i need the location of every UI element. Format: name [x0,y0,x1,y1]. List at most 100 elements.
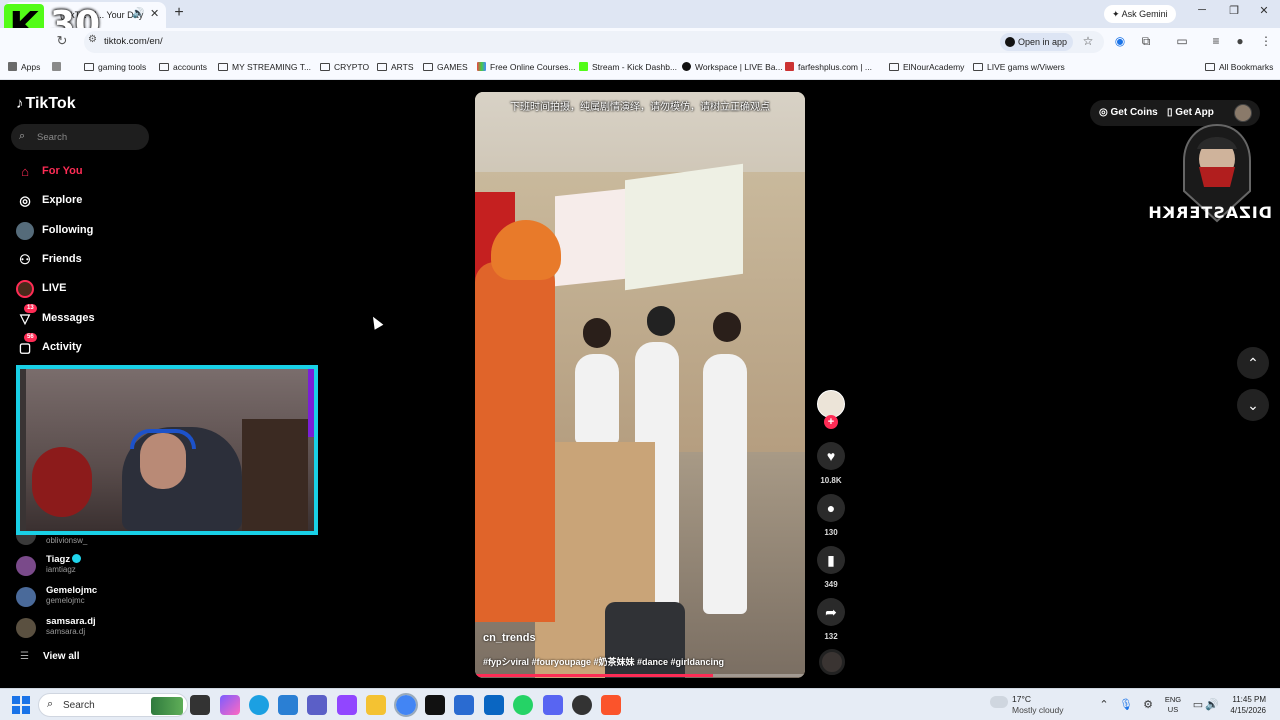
site-info-icon[interactable]: ⚙ [88,34,97,45]
chrome-icon[interactable] [394,693,418,717]
url-field[interactable]: ⚙ tiktok.com/en/ [84,31,1104,53]
video-scene-head [647,306,675,336]
view-all-link[interactable]: ☰ View all [20,651,79,662]
open-in-app-button[interactable]: Open in app [1000,33,1074,51]
bookmark-site[interactable]: Stream - Kick Dashb... [579,62,677,72]
bookmark-label: Free Online Courses... [490,62,576,72]
share-icon: ➦ [825,604,837,620]
nav-following[interactable]: Following [16,220,166,242]
nav-live[interactable]: LIVE [16,278,166,300]
comment-button[interactable]: ● [817,494,845,522]
cast-icon[interactable]: ▭ [1174,34,1190,48]
webcam-accent [308,369,314,437]
store-icon[interactable] [278,695,298,715]
save-button[interactable]: ▮ [817,546,845,574]
file-explorer-icon[interactable] [366,695,386,715]
clock-time: 11:45 PM [1232,695,1266,704]
bookmark-label: ElNourAcademy [903,62,965,72]
windows-start-icon[interactable] [12,696,30,714]
close-icon[interactable]: ✕ [150,7,159,20]
profile-icon[interactable]: ● [1232,34,1248,48]
app-icon[interactable] [454,695,474,715]
system-clock[interactable]: 11:45 PM 4/15/2026 [1222,694,1266,716]
creator-avatar[interactable] [817,390,845,418]
user-avatar[interactable] [1234,104,1252,122]
like-button[interactable]: ♥ [817,442,845,470]
bookmark-folder[interactable]: LIVE gams w/Viwers [973,62,1065,72]
bookmark-site[interactable]: Workspace | LIVE Ba... [682,62,783,72]
bookmark-site[interactable]: Free Online Courses... [477,62,576,72]
bookmark-folder[interactable]: CRYPTO [320,62,369,72]
network-icon[interactable]: ⚙ [1140,698,1156,711]
account-name: Tiagz [46,554,82,565]
nav-activity[interactable]: ▢ 56 Activity [16,333,166,359]
media-icon[interactable]: ◉ [1112,34,1128,48]
bookmark-folder[interactable]: ElNourAcademy [889,62,964,72]
linkedin-icon[interactable] [484,695,504,715]
microphone-icon[interactable]: 🎙 [1118,698,1134,711]
bookmark-label: Workspace | LIVE Ba... [695,62,783,72]
ask-gemini-button[interactable]: ✦ Ask Gemini [1104,5,1176,23]
whatsapp-icon[interactable] [513,695,533,715]
bookmark-folder[interactable]: gaming tools [84,62,146,72]
scroll-down-button[interactable]: ⌄ [1237,389,1269,421]
new-tab-button[interactable]: + [170,4,188,22]
nav-friends[interactable]: ⚇ Friends [16,249,166,271]
close-window-button[interactable]: ✕ [1254,4,1274,17]
bookmark-folder[interactable]: ARTS [377,62,414,72]
search-box[interactable]: ⌕ [11,124,149,150]
edge-icon[interactable] [249,695,269,715]
volume-icon[interactable]: 🔊 [1204,698,1220,711]
follow-plus-icon[interactable]: + [824,415,838,429]
reload-icon[interactable]: ↻ [54,33,70,49]
copilot-icon[interactable] [220,695,240,715]
language-indicator[interactable]: ENG US [1163,695,1183,715]
get-coins-button[interactable]: ◎ Get Coins [1099,103,1158,123]
bookmark-grid[interactable] [52,62,65,72]
tiktok-logo[interactable]: ♪ TikTok [16,95,76,113]
get-app-button[interactable]: ▯ Get App [1167,103,1214,123]
brave-icon[interactable] [601,695,621,715]
menu-icon[interactable]: ⋮ [1258,34,1274,48]
extensions-icon[interactable]: ⧉ [1138,34,1154,49]
nav-explore[interactable]: ◎ Explore [16,190,166,212]
teams-icon[interactable] [307,695,327,715]
bookmark-site[interactable]: farfeshplus.com | ... [785,62,872,72]
nav-messages[interactable]: ▽ 13 Messages [16,304,166,330]
speaker-icon[interactable]: 🔊 [132,8,144,19]
bookmark-apps[interactable]: Apps [8,62,40,72]
following-account[interactable]: Tiagz iamtiagz [16,553,166,579]
video-player[interactable]: 下班时间拍摄，纯属剧情演绎，请勿模仿，请树立正确观点 cn_trends #fy… [475,92,805,678]
nav-for-you[interactable]: ⌂ For You [16,161,166,183]
search-input[interactable] [37,129,137,145]
obs-icon[interactable] [572,695,592,715]
bookmark-folder[interactable]: GAMES [423,62,468,72]
video-hashtags[interactable]: #fypシviral #fouryoupage #奶茶妹妹 #dance #gi… [483,655,724,668]
account-name-text: Tiagz [46,554,71,565]
x-icon[interactable] [425,695,445,715]
following-account[interactable]: samsara.dj samsara.dj [16,615,166,641]
bookmark-folder[interactable]: accounts [159,62,207,72]
webcam-chair [32,447,92,517]
reading-list-icon[interactable]: ≡ [1208,34,1224,48]
restore-button[interactable]: ❐ [1224,4,1244,17]
avatar [16,618,36,638]
share-button[interactable]: ➦ [817,598,845,626]
account-name: samsara.dj [46,616,96,627]
twitch-icon[interactable] [337,695,357,715]
discord-icon[interactable] [543,695,563,715]
minimize-button[interactable]: ─ [1192,4,1212,16]
bookmark-folder[interactable]: MY STREAMING T... [218,62,311,72]
video-progress-bar[interactable] [475,674,805,677]
scroll-up-button[interactable]: ⌃ [1237,347,1269,379]
video-author[interactable]: cn_trends [483,632,536,644]
nav-label: For You [42,165,83,177]
task-view-icon[interactable] [190,695,210,715]
following-account[interactable]: Gemelojmc gemelojmc [16,584,166,610]
bookmark-star-icon[interactable]: ☆ [1080,34,1096,48]
compass-icon: ◎ [19,193,31,208]
all-bookmarks[interactable]: All Bookmarks [1205,62,1273,72]
taskbar-search[interactable]: ⌕ Search [38,693,188,717]
chevron-up-icon[interactable]: ⌃ [1096,698,1112,711]
music-disc-icon[interactable] [819,649,845,675]
